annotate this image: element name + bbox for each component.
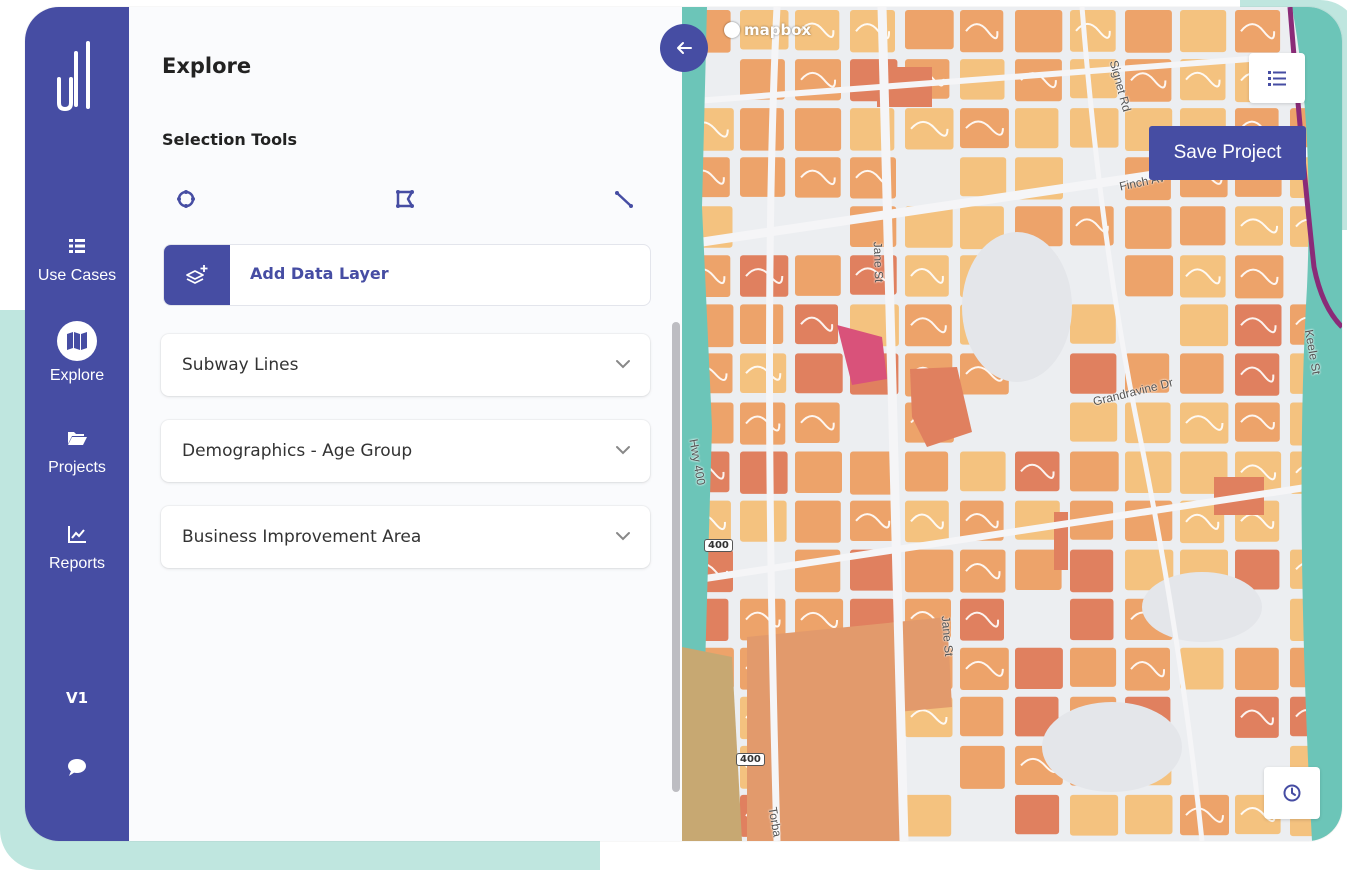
chevron-down-icon <box>616 360 630 369</box>
map-block <box>740 304 784 344</box>
layers-add-icon <box>186 265 208 284</box>
map-icon <box>67 332 87 350</box>
map-block <box>1180 206 1226 246</box>
polygon-select-icon[interactable] <box>393 187 417 211</box>
nav-label: Explore <box>49 367 105 384</box>
map-block <box>795 108 842 151</box>
map-block <box>1125 794 1173 835</box>
map-block <box>960 451 1006 492</box>
nav-item-reports[interactable]: Reports <box>25 523 129 573</box>
app-window: Use Cases Explore Projects Reports V1 Ex… <box>25 7 1342 841</box>
app-logo[interactable] <box>55 39 97 111</box>
map-block <box>1070 549 1114 593</box>
map-block <box>1070 647 1117 687</box>
map-block <box>795 500 841 543</box>
add-layer-label: Add Data Layer <box>250 264 389 283</box>
map-block <box>905 451 949 492</box>
explore-panel: Explore Selection Tools Add Data Layer S… <box>129 7 682 841</box>
panel-scrollbar[interactable] <box>672 322 680 792</box>
map-block <box>960 696 1004 737</box>
highway-shield: 400 <box>736 753 765 766</box>
nav-item-projects[interactable]: Projects <box>25 427 129 477</box>
list-icon <box>1268 71 1286 86</box>
map-block <box>1070 402 1118 442</box>
mapbox-attribution[interactable]: mapbox <box>724 21 811 39</box>
nav-rail: Use Cases Explore Projects Reports V1 <box>25 7 129 841</box>
chat-icon[interactable] <box>66 757 88 777</box>
map-block <box>1180 647 1224 690</box>
page-title: Explore <box>162 54 252 78</box>
chart-icon <box>68 526 86 543</box>
street-label: Jane St <box>870 241 887 283</box>
map-block <box>1015 10 1063 53</box>
chevron-down-icon <box>616 446 630 455</box>
map-open-space <box>1042 702 1182 792</box>
clock-icon <box>1283 784 1301 802</box>
add-layer-icon-box <box>164 245 230 305</box>
map-block <box>905 10 954 50</box>
map-block <box>740 451 788 494</box>
map-block <box>1070 794 1119 836</box>
map-block <box>850 451 894 495</box>
layer-accordion-subway-lines[interactable]: Subway Lines <box>161 334 650 396</box>
nav-item-use-cases[interactable]: Use Cases <box>25 235 129 285</box>
circle-select-icon[interactable] <box>174 187 198 211</box>
mapbox-label: mapbox <box>744 21 812 39</box>
nav-item-explore[interactable]: Explore <box>25 321 129 385</box>
map-block <box>960 157 1007 197</box>
chevron-down-icon <box>616 532 630 541</box>
map-block <box>740 500 787 542</box>
map-block <box>960 647 1009 690</box>
map-block <box>795 451 842 493</box>
map-open-space <box>1142 572 1262 642</box>
nav-label: Reports <box>48 555 106 572</box>
collapse-panel-button[interactable] <box>660 24 708 72</box>
highway-shield: 400 <box>704 539 733 552</box>
map-block <box>1070 451 1119 492</box>
map-block <box>1015 647 1063 689</box>
version-label: V1 <box>65 689 89 707</box>
map-block <box>1070 304 1116 344</box>
map-block <box>740 108 784 151</box>
save-project-button[interactable]: Save Project <box>1149 126 1306 180</box>
history-button[interactable] <box>1264 767 1320 819</box>
map-block <box>1180 10 1227 53</box>
list-icon <box>69 239 85 253</box>
layer-accordion-demographics[interactable]: Demographics - Age Group <box>161 420 650 482</box>
arrow-left-icon <box>677 42 692 54</box>
map-block <box>1180 304 1229 347</box>
mapbox-logo-icon <box>724 22 740 38</box>
layer-label: Demographics - Age Group <box>182 441 413 461</box>
map-block <box>1125 255 1174 297</box>
map-open-space <box>962 232 1072 382</box>
map-block <box>905 794 952 837</box>
map-block <box>1235 647 1279 690</box>
layer-accordion-business-improvement[interactable]: Business Improvement Area <box>161 506 650 568</box>
map-block <box>1125 206 1172 249</box>
map-block <box>1015 108 1059 149</box>
map-block <box>740 157 786 197</box>
map-block <box>960 745 1005 789</box>
layer-label: Business Improvement Area <box>182 527 422 547</box>
active-indicator <box>57 321 97 361</box>
map-block <box>1015 794 1060 835</box>
line-select-icon[interactable] <box>612 187 636 211</box>
map-block <box>795 255 841 296</box>
map-block <box>1125 10 1172 53</box>
add-data-layer-button[interactable]: Add Data Layer <box>163 244 651 306</box>
map-block <box>1180 353 1224 394</box>
nav-label: Projects <box>48 459 106 476</box>
layer-label: Subway Lines <box>182 355 299 375</box>
map-block <box>905 549 954 593</box>
nav-label: Use Cases <box>37 267 117 284</box>
map-block <box>1070 353 1117 394</box>
map-block <box>1070 598 1114 641</box>
legend-toggle-button[interactable] <box>1249 53 1305 103</box>
folder-icon <box>68 432 87 445</box>
map-park <box>682 647 742 841</box>
map-block <box>795 353 843 394</box>
selection-tools-title: Selection Tools <box>162 130 298 149</box>
